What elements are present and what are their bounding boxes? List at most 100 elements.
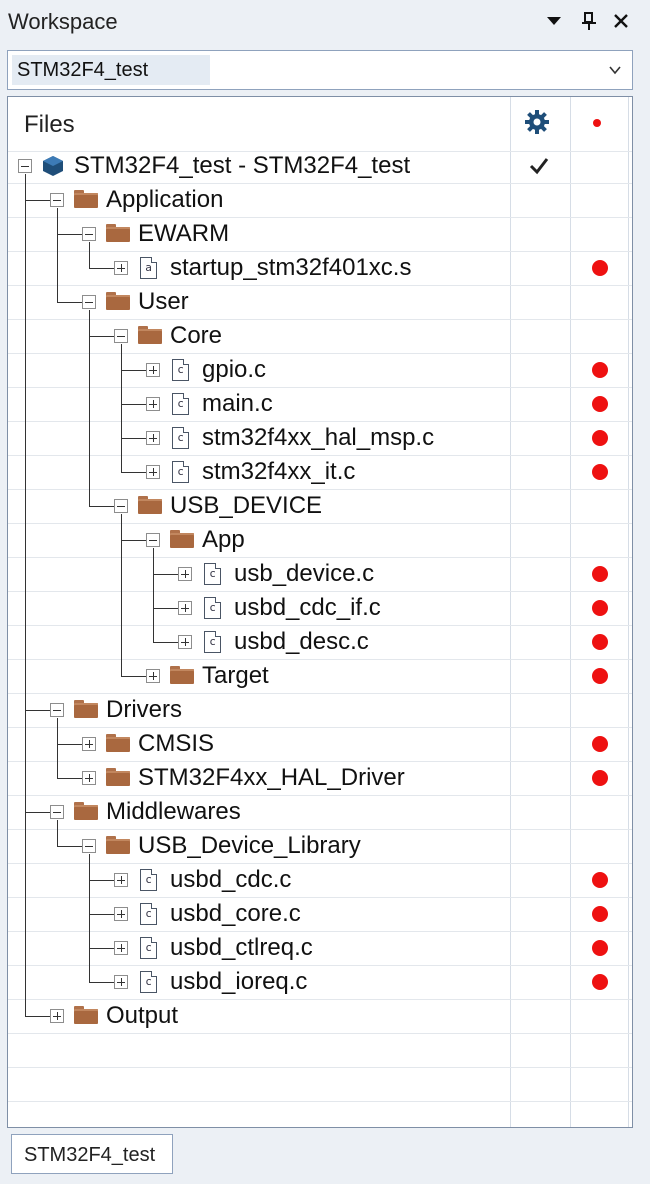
tree-connector <box>121 344 122 371</box>
expand-toggle[interactable] <box>82 737 96 751</box>
tree-row[interactable]: EWARM <box>8 217 632 251</box>
red-dot-icon[interactable] <box>592 600 608 616</box>
tree-row[interactable]: c stm32f4xx_it.c <box>8 455 632 489</box>
expand-toggle[interactable] <box>178 567 192 581</box>
tree-item-label: Application <box>106 186 224 213</box>
expand-toggle[interactable] <box>114 975 128 989</box>
red-dot-icon[interactable] <box>592 906 608 922</box>
red-dot-icon[interactable] <box>592 974 608 990</box>
c-file-icon: c <box>140 903 157 925</box>
red-dot-icon[interactable] <box>592 566 608 582</box>
expand-toggle[interactable] <box>146 363 160 377</box>
project-cube-icon <box>43 156 63 176</box>
dropdown-arrow-icon[interactable] <box>541 6 567 36</box>
tree-connector <box>89 880 90 915</box>
chevron-down-icon[interactable] <box>608 63 622 77</box>
tree-connector <box>121 438 122 473</box>
tree-connector <box>121 404 122 439</box>
red-dot-icon[interactable] <box>592 430 608 446</box>
tree-connector <box>89 914 90 949</box>
tree-connector <box>25 1016 50 1017</box>
tree-connector <box>89 880 114 881</box>
red-dot-icon[interactable] <box>592 396 608 412</box>
tree-row[interactable]: Middlewares <box>8 795 632 829</box>
red-dot-icon[interactable] <box>592 770 608 786</box>
expand-toggle[interactable] <box>114 873 128 887</box>
collapse-toggle[interactable] <box>18 159 32 173</box>
expand-toggle[interactable] <box>146 465 160 479</box>
expand-toggle[interactable] <box>50 1009 64 1023</box>
expand-toggle[interactable] <box>146 431 160 445</box>
expand-toggle[interactable] <box>82 771 96 785</box>
tree-row[interactable]: STM32F4_test - STM32F4_test <box>8 149 632 183</box>
tree-row[interactable]: c stm32f4xx_hal_msp.c <box>8 421 632 455</box>
tree-row[interactable]: User <box>8 285 632 319</box>
collapse-toggle[interactable] <box>114 329 128 343</box>
red-dot-icon[interactable] <box>592 668 608 684</box>
tree-connector <box>25 710 26 813</box>
folder-icon <box>106 224 130 242</box>
tree-row[interactable]: Target <box>8 659 632 693</box>
tree-connector <box>25 200 26 711</box>
tree-row[interactable]: c main.c <box>8 387 632 421</box>
red-dot-icon[interactable] <box>592 940 608 956</box>
tree-row[interactable]: c usbd_cdc_if.c <box>8 591 632 625</box>
tree-item-label: Core <box>170 322 223 349</box>
tree-connector <box>153 608 178 609</box>
configuration-select[interactable]: STM32F4_test <box>7 50 633 90</box>
tree-connector <box>57 778 82 779</box>
red-dot-icon[interactable] <box>593 119 601 127</box>
tree-row[interactable]: Application <box>8 183 632 217</box>
tree-connector <box>57 846 82 847</box>
tree-item-label: Output <box>106 1002 179 1029</box>
collapse-toggle[interactable] <box>50 193 64 207</box>
tree-connector <box>89 948 114 949</box>
collapse-toggle[interactable] <box>82 227 96 241</box>
collapse-toggle[interactable] <box>114 499 128 513</box>
collapse-toggle[interactable] <box>82 839 96 853</box>
expand-toggle[interactable] <box>178 635 192 649</box>
close-icon[interactable] <box>608 6 634 36</box>
red-dot-icon[interactable] <box>592 872 608 888</box>
tree-connector <box>25 200 50 201</box>
tree-connector <box>89 506 114 507</box>
expand-toggle[interactable] <box>146 397 160 411</box>
tree-row[interactable]: Output <box>8 999 632 1033</box>
red-dot-icon[interactable] <box>592 464 608 480</box>
gear-icon[interactable] <box>524 109 550 140</box>
tree-row[interactable]: CMSIS <box>8 727 632 761</box>
tree-row[interactable]: App <box>8 523 632 557</box>
expand-toggle[interactable] <box>146 669 160 683</box>
tree-connector <box>57 718 58 745</box>
tree-connector <box>89 310 90 337</box>
expand-toggle[interactable] <box>114 907 128 921</box>
workspace-tab[interactable]: STM32F4_test <box>11 1134 173 1174</box>
folder-icon <box>138 496 162 514</box>
red-dot-icon[interactable] <box>592 736 608 752</box>
folder-icon <box>138 326 162 344</box>
tree-row[interactable]: c usbd_desc.c <box>8 625 632 659</box>
red-dot-icon[interactable] <box>592 260 608 276</box>
expand-toggle[interactable] <box>114 261 128 275</box>
red-dot-icon[interactable] <box>592 634 608 650</box>
collapse-toggle[interactable] <box>82 295 96 309</box>
red-dot-icon[interactable] <box>592 362 608 378</box>
checkmark-icon[interactable] <box>528 155 550 184</box>
c-file-icon: c <box>172 461 189 483</box>
pin-icon[interactable] <box>576 6 602 36</box>
folder-icon <box>106 292 130 310</box>
tree-row[interactable]: c usb_device.c <box>8 557 632 591</box>
files-column-header[interactable]: Files <box>24 111 75 139</box>
tree-row[interactable]: STM32F4xx_HAL_Driver <box>8 761 632 795</box>
row-divider <box>8 1067 632 1068</box>
expand-toggle[interactable] <box>114 941 128 955</box>
expand-toggle[interactable] <box>178 601 192 615</box>
collapse-toggle[interactable] <box>50 805 64 819</box>
tree-connector <box>57 820 58 847</box>
collapse-toggle[interactable] <box>146 533 160 547</box>
collapse-toggle[interactable] <box>50 703 64 717</box>
tree-row[interactable]: USB_Device_Library <box>8 829 632 863</box>
folder-icon <box>170 666 194 684</box>
tree-row[interactable]: Drivers <box>8 693 632 727</box>
tree-row[interactable]: c gpio.c <box>8 353 632 387</box>
